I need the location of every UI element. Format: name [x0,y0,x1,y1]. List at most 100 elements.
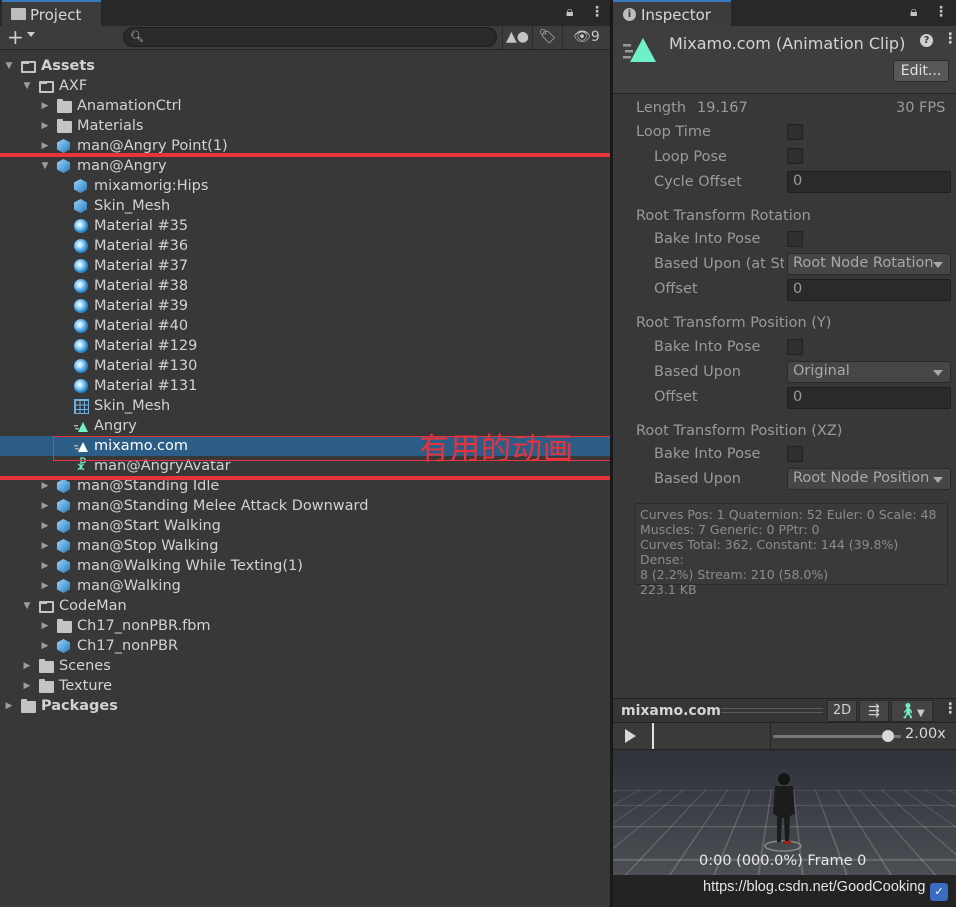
tag-icon: 🏷︎ [538,29,557,45]
posxz-bake-checkbox[interactable] [787,446,803,462]
kebab-menu-icon[interactable]: ⋮ [590,4,604,20]
collapsed-arrow-icon[interactable]: ▶ [22,676,32,696]
tree-item[interactable]: ▼ AXF [0,76,610,96]
tree-item[interactable]: ▼ CodeMan [0,596,610,616]
rot-offset-label: Offset [654,281,698,297]
info-line: Curves Total: 362, Constant: 144 (39.8%)… [640,537,899,567]
tree-item-label: Texture [59,678,113,694]
preview-title: mixamo.com [621,703,721,719]
preview-time-readout: 0:00 (000.0%) Frame 0 [699,853,867,869]
tree-item[interactable]: ▼ Assets [0,56,610,76]
tree-item[interactable]: ▶ man@Walking [0,576,610,596]
tree-item[interactable]: ▶ Packages [0,696,610,716]
collapsed-arrow-icon[interactable]: ▶ [4,696,14,716]
tree-item-label: man@Stop Walking [77,538,219,554]
cycle-offset-field[interactable]: 0 [787,171,951,193]
tree-item[interactable]: ▶ man@Stop Walking [0,536,610,556]
collapsed-arrow-icon[interactable]: ▶ [40,516,50,536]
inspector-panel: i Inspector 🔒︎ ⋮ Mixamo.com (Animation C… [613,0,956,907]
rot-based-dropdown[interactable]: Root Node Rotation [787,253,951,275]
posy-offset-field[interactable]: 0 [787,387,951,409]
collapsed-arrow-icon[interactable]: ▶ [40,576,50,596]
preview-drag-handle[interactable] [721,708,823,713]
inspector-tab-bar: i Inspector 🔒︎ ⋮ [613,0,956,26]
preview-viewport[interactable]: 0:00 (000.0%) Frame 0 [613,750,956,875]
folder-icon [57,99,72,113]
eye-slash-icon: 👁︎ [573,29,591,45]
shapes-icon: ▲● [506,29,529,45]
tree-item-label: man@Walking While Texting(1) [77,558,303,574]
tree-item[interactable]: ▶ Texture [0,676,610,696]
pivot-icon[interactable]: ⇶ [859,700,889,722]
notification-badge-icon[interactable]: ✓ [930,883,948,901]
hidden-packages-toggle[interactable]: 👁︎9 [562,26,610,50]
tree-item[interactable]: ▶ AnamationCtrl [0,96,610,116]
tree-item[interactable]: ▶ man@Standing Melee Attack Downward [0,496,610,516]
watermark-text: https://blog.csdn.net/GoodCooking [703,879,926,895]
tree-item[interactable]: ▶ Scenes [0,656,610,676]
loop-pose-checkbox[interactable] [787,148,803,164]
collapsed-arrow-icon[interactable]: ▶ [22,656,32,676]
search-input[interactable] [123,27,497,47]
curves-info-box: Curves Pos: 1 Quaternion: 52 Euler: 0 Sc… [635,503,948,597]
posy-based-dropdown[interactable]: Original [787,361,951,383]
length-value: 19.167 [697,100,748,116]
filter-by-label-button[interactable]: 🏷︎ [532,26,562,50]
timeline-playhead[interactable] [652,723,654,749]
character-figure [764,773,802,852]
create-plus-icon[interactable]: + [7,26,24,48]
asset-title: Mixamo.com (Animation Clip) [669,34,906,53]
root-rotation-header: Root Transform Rotation [636,208,811,224]
tab-project[interactable]: Project [2,0,101,26]
collapsed-arrow-icon[interactable]: ▶ [40,536,50,556]
expanded-arrow-icon[interactable]: ▼ [4,56,14,76]
play-icon[interactable] [625,729,636,743]
animation-clip-large-icon [623,38,656,62]
collapsed-arrow-icon[interactable]: ▶ [40,616,50,636]
model-icon [57,519,70,533]
tab-inspector[interactable]: i Inspector [613,0,731,26]
info-line: Muscles: 7 Generic: 0 PPtr: 0 [640,522,820,537]
posxz-based-dropdown[interactable]: Root Node Position [787,468,951,490]
filter-by-type-button[interactable]: ▲● [502,26,532,50]
collapsed-arrow-icon[interactable]: ▶ [40,636,50,656]
search-icon: 🔍︎ [130,30,144,43]
loop-time-label: Loop Time [636,124,711,140]
tree-item[interactable]: ▶ Materials [0,116,610,136]
toggle-2d-button[interactable]: 2D [827,700,857,722]
avatar-preview-icon[interactable]: 🚶︎▼ [891,700,933,722]
tree-item-label: man@Walking [77,578,181,594]
annotation-text: 有用的动画 [419,432,574,467]
tree-item[interactable]: ▶ Ch17_nonPBR [0,636,610,656]
root-position-y-header: Root Transform Position (Y) [636,315,832,331]
lock-icon[interactable]: 🔒︎ [566,4,573,20]
expanded-arrow-icon[interactable]: ▼ [22,76,32,96]
timeline-divider [770,723,771,749]
tree-item[interactable]: ▶ man@Walking While Texting(1) [0,556,610,576]
rot-based-label: Based Upon (at St [654,256,784,272]
folder-open-icon [21,61,36,73]
collapsed-arrow-icon[interactable]: ▶ [40,96,50,116]
header-kebab-icon[interactable]: ⋮ [943,31,956,47]
inspector-kebab-icon[interactable]: ⋮ [934,4,948,20]
collapsed-arrow-icon[interactable]: ▶ [40,556,50,576]
create-dropdown-chevron-icon[interactable] [27,32,35,37]
tree-item-label: AXF [59,78,88,94]
edit-button[interactable]: Edit... [893,60,949,82]
posy-bake-checkbox[interactable] [787,339,803,355]
tab-inspector-label: Inspector [641,6,711,24]
tree-item[interactable]: ▶ man@Start Walking [0,516,610,536]
speed-slider-knob[interactable] [882,730,895,742]
help-icon[interactable]: ? [920,34,933,47]
loop-time-checkbox[interactable] [787,124,803,140]
tree-item[interactable]: ▶ Ch17_nonPBR.fbm [0,616,610,636]
rot-offset-field[interactable]: 0 [787,279,951,301]
model-icon [57,479,70,493]
inspector-lock-icon[interactable]: 🔒︎ [910,4,917,20]
rot-bake-checkbox[interactable] [787,231,803,247]
preview-kebab-icon[interactable]: ⋮ [943,701,956,717]
expanded-arrow-icon[interactable]: ▼ [22,596,32,616]
collapsed-arrow-icon[interactable]: ▶ [40,116,50,136]
model-icon [57,639,70,653]
collapsed-arrow-icon[interactable]: ▶ [40,496,50,516]
